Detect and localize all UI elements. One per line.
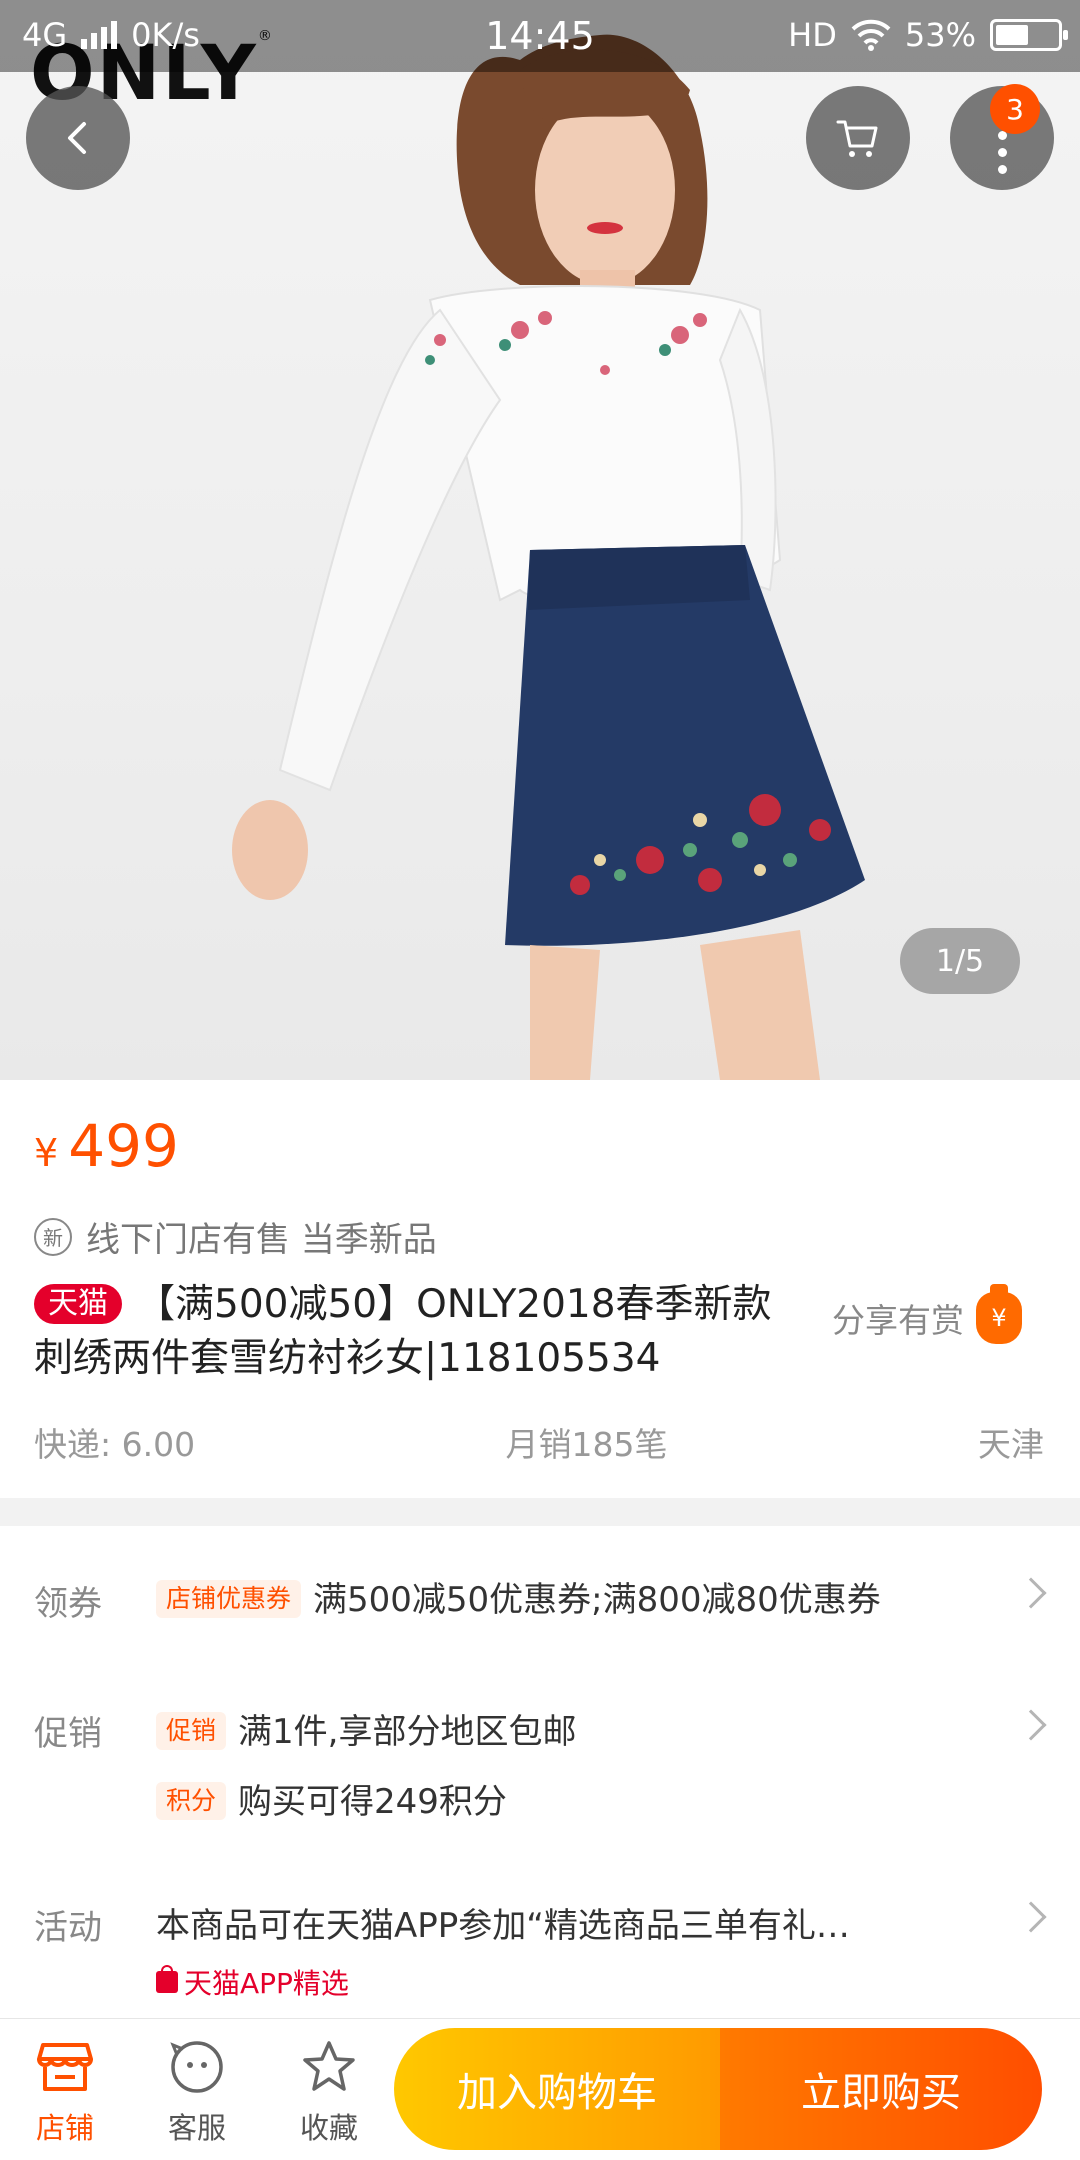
favorite-label: 收藏 (299, 2111, 358, 2145)
customer-service-label: 客服 (167, 2111, 226, 2145)
product-title-text: 【满500减50】ONLY2018春季新款刺绣两件套雪纺衬衫女|11810553… (34, 1282, 772, 1381)
activity-label: 活动 (34, 1908, 102, 1948)
chevron-right-icon (1015, 1577, 1047, 1609)
activity-text: 本商品可在天猫APP参加“精选商品三单有礼… (156, 1906, 850, 1946)
tmall-app-label: 天猫APP精选 (184, 1967, 349, 2000)
coupon-label: 领券 (34, 1584, 102, 1624)
shipping-fee: 快递: 6.00 (34, 1425, 196, 1464)
back-button[interactable] (26, 86, 130, 190)
shopping-bag-icon (156, 1965, 178, 1993)
tmall-badge: 天猫 (34, 1284, 122, 1324)
money-bag-icon: ¥ (976, 1284, 1022, 1344)
product-detail-screen: ONLY® 3 1/5 4G 0K/s 14:45 HD 53% ¥ 499 新… (0, 0, 1080, 2160)
chevron-left-icon (68, 122, 86, 154)
product-meta-row: 快递: 6.00 月销185笔 天津 (34, 1418, 1044, 1466)
chat-bubble-icon (167, 2037, 227, 2097)
share-reward-button[interactable]: 分享有赏 ¥ (832, 1284, 1022, 1344)
favorite-tab[interactable]: 收藏 (274, 2037, 384, 2147)
store-coupon-pill: 店铺优惠券 (156, 1580, 302, 1618)
shop-tab-label: 店铺 (35, 2111, 94, 2145)
chevron-right-icon (1015, 1901, 1047, 1933)
hd-indicator: HD (788, 16, 837, 54)
coupon-description: 满500减50优惠券;满800减80优惠券 (313, 1580, 881, 1620)
currency-symbol: ¥ (34, 1131, 59, 1175)
points-pill: 积分 (156, 1782, 227, 1820)
promotion-label: 促销 (34, 1714, 102, 1754)
star-icon (299, 2037, 359, 2097)
battery-level (996, 25, 1028, 45)
coupon-text: 店铺优惠券 满500减50优惠券;满800减80优惠券 (156, 1572, 881, 1621)
battery-icon (990, 19, 1068, 51)
points-text: 购买可得249积分 (238, 1782, 507, 1822)
image-pager-indicator: 1/5 (900, 928, 1020, 994)
section-divider (0, 1498, 1080, 1526)
share-label: 分享有赏 (832, 1301, 964, 1340)
chevron-right-icon (1015, 1709, 1047, 1741)
promotion-item: 促销 满1件,享部分地区包邮 (156, 1704, 576, 1753)
customer-service-tab[interactable]: 客服 (142, 2037, 252, 2147)
status-bar: 4G 0K/s 14:45 HD 53% (0, 0, 1080, 72)
ship-from-location: 天津 (978, 1425, 1044, 1464)
product-title: 天猫 【满500减50】ONLY2018春季新款刺绣两件套雪纺衬衫女|118105… (34, 1278, 804, 1386)
shop-tab[interactable]: 店铺 (10, 2037, 120, 2147)
wifi-icon (851, 19, 891, 51)
more-dots-icon (997, 130, 1007, 174)
price: ¥ 499 (34, 1112, 179, 1180)
promotion-text: 满1件,享部分地区包邮 (238, 1712, 577, 1752)
cart-icon (836, 120, 878, 157)
promotion-pill: 促销 (156, 1712, 227, 1750)
monthly-sales: 月销185笔 (505, 1425, 668, 1464)
cart-button[interactable] (806, 86, 910, 190)
product-image-carousel[interactable]: ONLY® 3 1/5 (0, 0, 1080, 1080)
points-item: 积分 购买可得249积分 (156, 1774, 507, 1823)
product-tags-text: 线下门店有售 当季新品 (86, 1220, 437, 1260)
product-tags-row: 新 线下门店有售 当季新品 (34, 1212, 437, 1261)
store-icon (35, 2037, 95, 2097)
add-to-cart-button[interactable]: 加入购物车 (394, 2028, 720, 2150)
notification-badge: 3 (990, 84, 1040, 134)
new-badge-icon: 新 (34, 1217, 72, 1256)
buy-now-button[interactable]: 立即购买 (720, 2028, 1042, 2150)
price-value: 499 (68, 1112, 179, 1180)
product-photo (232, 34, 865, 1080)
battery-percent: 53% (904, 16, 976, 54)
tmall-app-tag: 天猫APP精选 (156, 1962, 349, 2002)
